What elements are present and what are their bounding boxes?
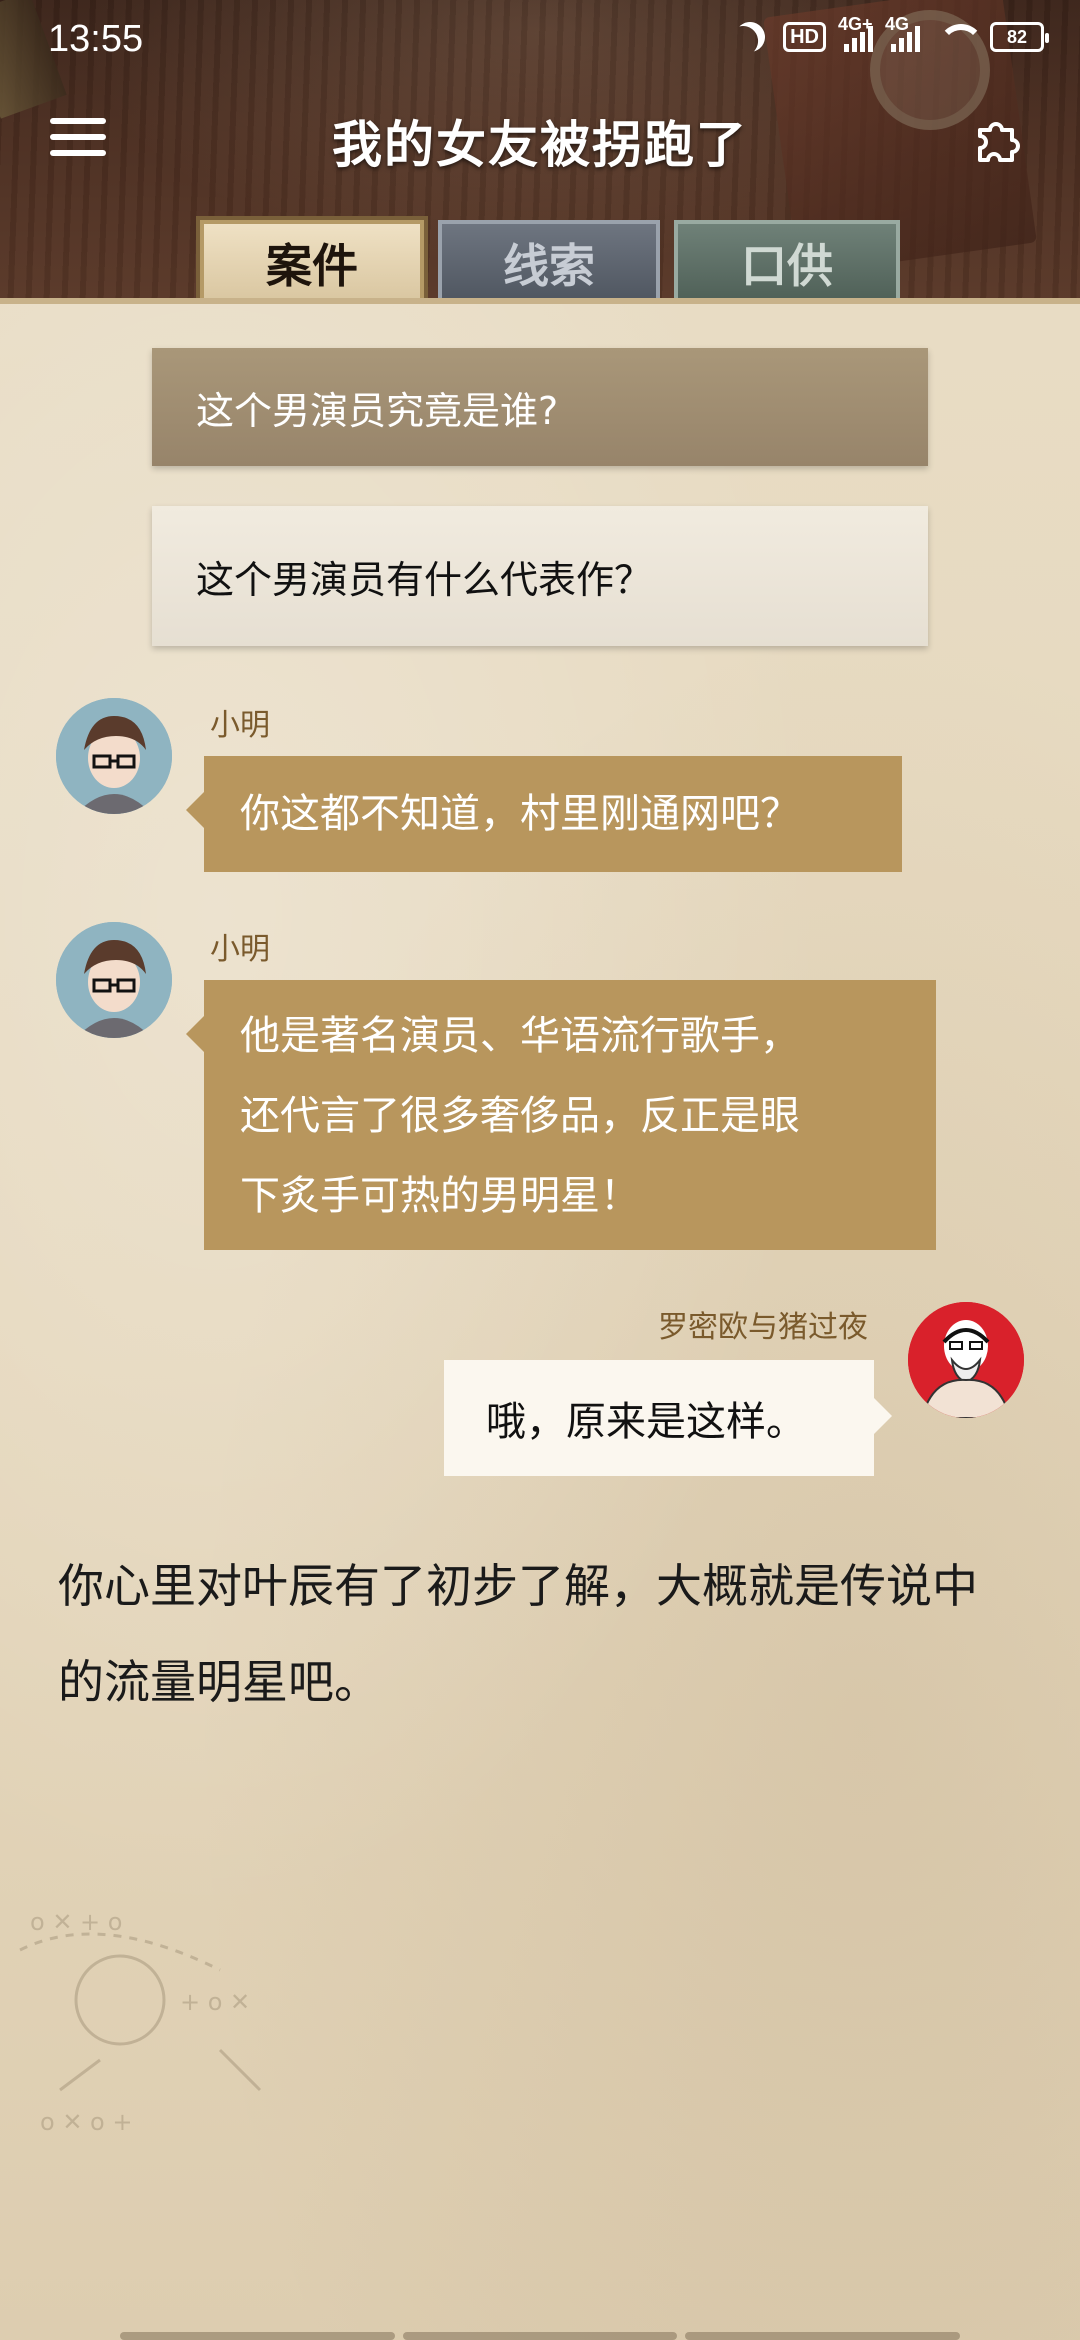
decorative-sketch: o ✕ + o + o ✕ o ✕ o + bbox=[19, 1908, 262, 2136]
tab-testimony[interactable]: 口供 bbox=[674, 220, 900, 306]
home-indicator bbox=[120, 2332, 961, 2340]
sender-name: 罗密欧与猪过夜 bbox=[658, 1310, 868, 1345]
wifi-icon bbox=[938, 24, 984, 50]
message-text-line-2: 还代言了很多奢侈品，反正是眼 bbox=[240, 1093, 800, 1139]
status-icons: HD 4G+ 4G 82 bbox=[735, 14, 1049, 52]
signal-icon-1: 4G+ bbox=[838, 14, 873, 52]
tab-clues[interactable]: 线索 bbox=[438, 220, 660, 306]
message-text: 哦，原来是这样。 bbox=[486, 1399, 806, 1445]
page-title: 我的女友被拐跑了 bbox=[332, 116, 748, 174]
tab-bar: 案件 线索 口供 bbox=[200, 220, 900, 308]
message-bubble: 他是著名演员、华语流行歌手， 还代言了很多奢侈品，反正是眼 下炙手可热的男明星！ bbox=[186, 980, 936, 1250]
message-text: 你这都不知道，村里刚通网吧？ bbox=[240, 791, 800, 837]
message-bubble: 你这都不知道，村里刚通网吧？ bbox=[186, 756, 902, 872]
svg-text:o ✕ + o: o ✕ + o bbox=[30, 1908, 122, 1936]
narration-text: 你心里对叶辰有了初步了解，大概就是传说中的流量明星吧。 bbox=[58, 1559, 978, 1709]
sender-name: 小明 bbox=[210, 932, 270, 967]
hd-icon: HD bbox=[783, 22, 826, 52]
choice-option-2[interactable]: 这个男演员有什么代表作？ bbox=[152, 506, 928, 646]
avatar-self bbox=[908, 1302, 1024, 1418]
sender-name: 小明 bbox=[210, 708, 270, 743]
message-bubble-self: 哦，原来是这样。 bbox=[444, 1360, 892, 1476]
avatar-xiaoming bbox=[56, 698, 172, 814]
svg-text:o ✕ o +: o ✕ o + bbox=[40, 2108, 132, 2136]
status-time: 13:55 bbox=[48, 18, 144, 60]
message-text-line-3: 下炙手可热的男明星！ bbox=[240, 1173, 640, 1219]
battery-icon: 82 bbox=[990, 22, 1049, 52]
avatar-xiaoming bbox=[56, 922, 172, 1038]
tab-case[interactable]: 案件 bbox=[200, 220, 424, 306]
choice-option-1[interactable]: 这个男演员究竟是谁? bbox=[152, 348, 928, 466]
puzzle-icon[interactable] bbox=[970, 112, 1026, 168]
status-bar: 13:55 HD 4G+ 4G 82 bbox=[0, 0, 1080, 84]
moon-icon bbox=[730, 17, 771, 58]
message-text-line-1: 他是著名演员、华语流行歌手， bbox=[240, 1013, 800, 1059]
signal-icon-2: 4G bbox=[885, 14, 920, 52]
svg-text:+ o ✕: + o ✕ bbox=[180, 1988, 250, 2016]
